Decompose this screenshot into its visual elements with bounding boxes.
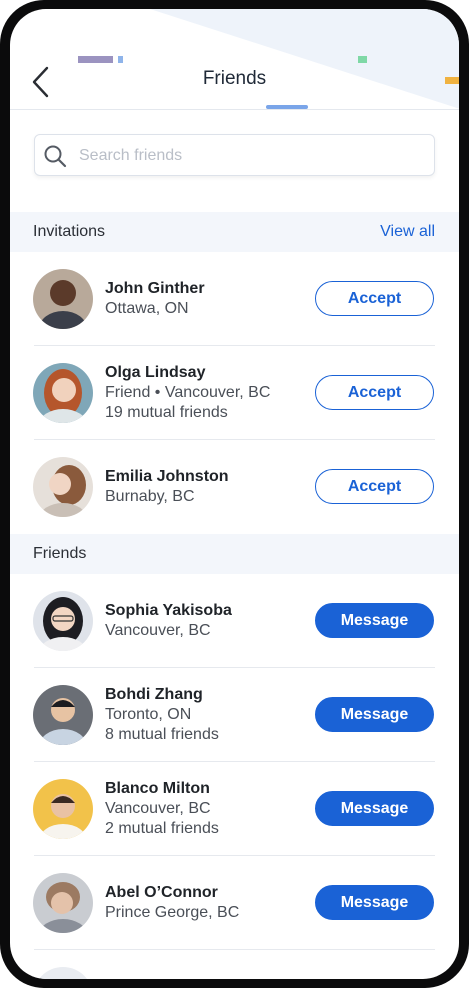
invitations-header: Invitations View all xyxy=(10,212,459,252)
avatar xyxy=(33,457,93,517)
avatar xyxy=(33,685,93,745)
search-icon xyxy=(44,145,67,168)
contact-location: Vancouver, BC xyxy=(105,622,211,639)
search-input[interactable] xyxy=(77,135,421,177)
accept-button[interactable]: Accept xyxy=(315,281,434,316)
contact-location: Prince George, BC xyxy=(105,904,240,921)
message-button[interactable]: Message xyxy=(315,603,434,638)
contact-name: Bohdi Zhang xyxy=(105,686,203,703)
contact-details: Friend • Vancouver, BC xyxy=(105,384,271,401)
friend-row: Abel O’Connor Prince George, BC Message xyxy=(10,856,459,950)
friend-row: Blanco Milton Vancouver, BC 2 mutual fri… xyxy=(10,762,459,856)
avatar xyxy=(33,591,93,651)
message-button[interactable]: Message xyxy=(315,791,434,826)
mutual-friends: 19 mutual friends xyxy=(105,404,228,421)
contact-name: Blanco Milton xyxy=(105,780,210,797)
invitations-label: Invitations xyxy=(33,223,106,240)
message-button[interactable]: Message xyxy=(315,697,434,732)
contact-location: Toronto, ON xyxy=(105,706,192,723)
divider xyxy=(34,949,435,950)
top-bar: Friends xyxy=(10,9,459,110)
friend-row: Sophia Yakisoba Vancouver, BC Message xyxy=(10,574,459,668)
contact-name: Olga Lindsay xyxy=(105,364,206,381)
friend-row: Bohdi Zhang Toronto, ON 8 mutual friends… xyxy=(10,668,459,762)
invitation-row: Emilia Johnston Burnaby, BC Accept xyxy=(10,440,459,534)
accept-button[interactable]: Accept xyxy=(315,375,434,410)
avatar xyxy=(33,873,93,933)
mutual-friends: 8 mutual friends xyxy=(105,726,219,743)
view-all-link[interactable]: View all xyxy=(380,223,435,241)
screen: Friends Invitations View all John Ginthe… xyxy=(10,9,459,979)
contact-name: Sophia Yakisoba xyxy=(105,602,232,619)
avatar xyxy=(33,967,93,979)
avatar xyxy=(33,363,93,423)
mutual-friends: 2 mutual friends xyxy=(105,820,219,837)
page-title: Friends xyxy=(202,68,267,89)
contact-location: Ottawa, ON xyxy=(105,300,189,317)
contact-name: John Ginther xyxy=(105,280,205,297)
search-box[interactable] xyxy=(34,134,435,177)
avatar xyxy=(33,779,93,839)
friends-header: Friends xyxy=(10,534,459,574)
avatar xyxy=(33,269,93,329)
invitation-row: John Ginther Ottawa, ON Accept xyxy=(10,252,459,346)
contact-name: Abel O’Connor xyxy=(105,884,218,901)
accept-button[interactable]: Accept xyxy=(315,469,434,504)
title-indicator xyxy=(266,105,308,109)
friends-label: Friends xyxy=(33,545,87,562)
contact-name: Emilia Johnston xyxy=(105,468,229,485)
invitation-row: Olga Lindsay Friend • Vancouver, BC 19 m… xyxy=(10,346,459,440)
contact-location: Vancouver, BC xyxy=(105,800,211,817)
message-button[interactable]: Message xyxy=(315,885,434,920)
phone-frame: Friends Invitations View all John Ginthe… xyxy=(0,0,469,988)
contact-location: Burnaby, BC xyxy=(105,488,195,505)
